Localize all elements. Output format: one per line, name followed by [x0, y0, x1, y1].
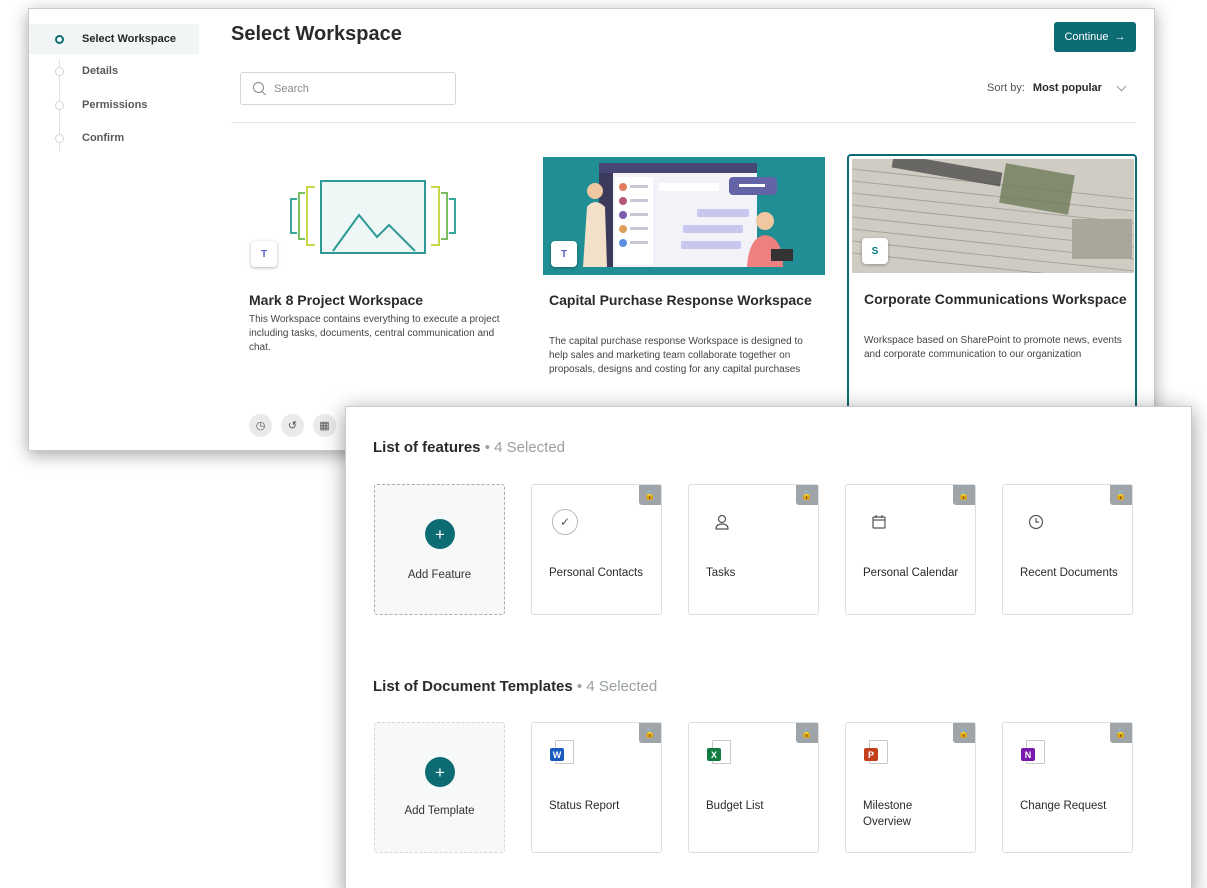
features-heading: List of features • 4 Selected: [373, 439, 565, 456]
step-confirm[interactable]: Confirm: [29, 123, 199, 153]
template-label: Status Report: [549, 800, 620, 812]
feature-tile-personal-calendar[interactable]: 🔒 Personal Calendar: [845, 484, 976, 615]
workspace-description: The capital purchase response Workspace …: [549, 336, 803, 375]
person-icon: [709, 509, 735, 535]
clock-icon: [1023, 509, 1049, 535]
add-template-label: Add Template: [404, 805, 475, 817]
onenote-icon: N: [1021, 740, 1047, 766]
screenshot-root: Select Workspace Details Permissions Con…: [0, 0, 1207, 888]
teams-icon: T: [251, 241, 277, 267]
powerpoint-icon: P: [864, 740, 890, 766]
feature-tile-tasks[interactable]: 🔒 Tasks: [688, 484, 819, 615]
workspace-description: This Workspace contains everything to ex…: [249, 314, 500, 353]
teams-icon: T: [551, 241, 577, 267]
calendar-icon: [866, 509, 892, 535]
templates-heading: List of Document Templates • 4 Selected: [373, 678, 657, 695]
history-icon: ↺: [281, 414, 304, 437]
page-title: Select Workspace: [231, 23, 402, 45]
continue-button[interactable]: Continue →: [1054, 22, 1136, 52]
template-tile-budget-list[interactable]: 🔒 X Budget List: [688, 722, 819, 853]
lock-icon: 🔒: [1110, 485, 1132, 505]
template-tile-status-report[interactable]: 🔒 W Status Report: [531, 722, 662, 853]
sort-dropdown[interactable]: Sort by: Most popular: [987, 81, 1127, 94]
sort-value: Most popular: [1032, 82, 1102, 94]
search-placeholder: Search: [274, 82, 309, 95]
add-feature-button[interactable]: + Add Feature: [374, 484, 505, 615]
add-feature-label: Add Feature: [407, 569, 472, 581]
step-dot: [55, 66, 64, 76]
workspace-title: Capital Purchase Response Workspace: [549, 292, 812, 308]
step-permissions[interactable]: Permissions: [29, 90, 199, 120]
step-select-workspace[interactable]: Select Workspace: [29, 24, 199, 54]
plus-icon: +: [425, 519, 455, 549]
search-input[interactable]: Search: [240, 72, 456, 105]
features-window: List of features • 4 Selected + Add Feat…: [345, 406, 1192, 888]
templates-count: • 4 Selected: [576, 678, 658, 695]
workspace-illustration: [243, 157, 525, 275]
feature-label: Tasks: [706, 567, 736, 579]
features-title: List of features: [373, 439, 481, 456]
wizard-steps: Select Workspace Details Permissions Con…: [29, 9, 199, 450]
templates-title: List of Document Templates: [373, 678, 573, 695]
workspace-description: Workspace based on SharePoint to promote…: [864, 335, 1122, 360]
step-label: Permissions: [82, 99, 148, 111]
template-label: Budget List: [706, 800, 764, 812]
clock-icon: ◷: [249, 414, 272, 437]
sort-label: Sort by:: [987, 82, 1025, 94]
lock-icon: 🔒: [1110, 723, 1132, 743]
feature-label: Recent Documents: [1020, 567, 1118, 579]
lock-icon: 🔒: [796, 485, 818, 505]
step-label: Details: [82, 65, 119, 77]
feature-tile-recent-documents[interactable]: 🔒 Recent Documents: [1002, 484, 1133, 615]
lock-icon: 🔒: [796, 723, 818, 743]
step-dot: [55, 133, 64, 143]
calendar-icon: ▦: [313, 414, 336, 437]
chevron-down-icon: [1116, 81, 1127, 91]
template-tile-milestone-overview[interactable]: 🔒 P Milestone Overview: [845, 722, 976, 853]
continue-label: Continue: [1064, 31, 1109, 43]
feature-tile-personal-contacts[interactable]: 🔒 ✓ Personal Contacts: [531, 484, 662, 615]
workspace-feature-icons: ◷ ↺ ▦: [249, 414, 336, 437]
lock-icon: 🔒: [953, 723, 975, 743]
lock-icon: 🔒: [639, 485, 661, 505]
lock-icon: 🔒: [953, 485, 975, 505]
feature-label: Personal Calendar: [863, 567, 959, 579]
word-icon: W: [550, 740, 576, 766]
step-dot: [55, 34, 64, 44]
template-tile-change-request[interactable]: 🔒 N Change Request: [1002, 722, 1133, 853]
workspace-title: Corporate Communications Workspace: [864, 291, 1127, 307]
feature-label: Personal Contacts: [549, 567, 643, 579]
workspace-illustration: [543, 157, 825, 275]
template-label: Milestone Overview: [863, 800, 913, 828]
template-label: Change Request: [1020, 800, 1107, 812]
sharepoint-icon: S: [862, 238, 888, 264]
plus-icon: +: [425, 757, 455, 787]
arrow-right-icon: →: [1114, 31, 1126, 43]
divider: [231, 122, 1136, 123]
step-label: Confirm: [82, 132, 125, 144]
step-dot: [55, 100, 64, 110]
step-details[interactable]: Details: [29, 56, 199, 86]
check-circle-icon: ✓: [552, 509, 578, 535]
excel-icon: X: [707, 740, 733, 766]
workspace-illustration: [852, 159, 1134, 273]
lock-icon: 🔒: [639, 723, 661, 743]
workspace-title: Mark 8 Project Workspace: [249, 292, 424, 308]
add-template-button[interactable]: + Add Template: [374, 722, 505, 853]
search-icon: [253, 82, 266, 95]
features-count: • 4 Selected: [484, 439, 566, 456]
step-label: Select Workspace: [82, 33, 176, 45]
workspace-window: Select Workspace Details Permissions Con…: [28, 8, 1155, 451]
